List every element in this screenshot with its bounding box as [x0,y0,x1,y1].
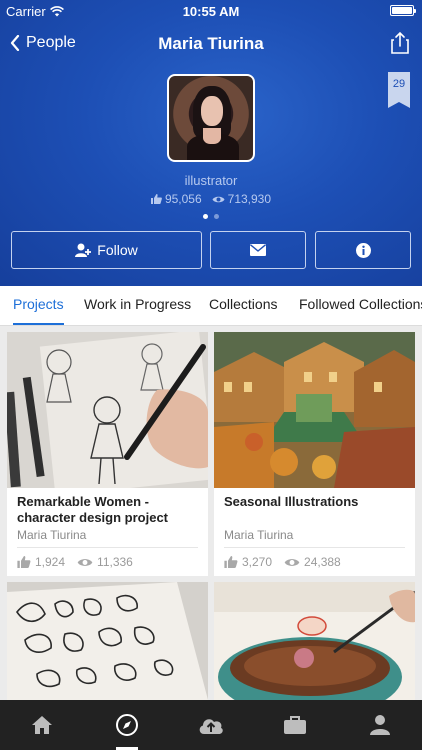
share-button[interactable] [390,31,410,60]
home-icon [32,716,53,734]
project-stats: 1,924 11,336 [17,555,133,569]
views-stat: 713,930 [212,192,271,206]
page-indicator [0,214,422,219]
project-thumbnail [7,332,208,488]
profile-tabs: Projects Work in Progress Collections Fo… [0,286,422,326]
views-count: 11,336 [97,555,133,569]
divider [17,547,198,548]
tab-work-in-progress[interactable]: Work in Progress [84,296,191,312]
project-card[interactable]: Seasonal Illustrations Maria Tiurina 3,2… [214,332,415,576]
project-author[interactable]: Maria Tiurina [17,528,86,542]
compass-icon [115,714,138,736]
project-title[interactable]: Seasonal Illustrations [224,494,407,510]
info-button[interactable] [315,231,411,269]
project-card[interactable] [214,582,415,700]
eye-icon [77,558,93,566]
likes-count: 1,924 [35,555,66,569]
follow-label: Follow [97,242,138,258]
briefcase-icon [284,716,307,734]
tab-discover[interactable] [84,700,168,750]
info-icon [355,242,371,258]
occupation: illustrator [184,173,238,188]
status-bar: Carrier 10:55 AM [0,0,422,22]
tab-followed-collections[interactable]: Followed Collections [299,296,422,312]
project-author[interactable]: Maria Tiurina [224,528,293,542]
views-count: 713,930 [227,192,272,206]
clock: 10:55 AM [182,4,240,19]
appreciations-count: 95,056 [164,192,202,206]
page-dot [214,214,219,219]
add-user-icon [75,243,92,257]
project-card[interactable]: Remarkable Women - character design proj… [7,332,208,576]
thumbs-up-icon [224,556,238,568]
message-button[interactable] [210,231,306,269]
thumbs-up-icon [17,556,31,568]
navigation-bar: People Maria Tiurina [0,22,422,66]
active-tab-indicator [13,323,64,325]
tab-upload[interactable] [169,700,253,750]
tab-home[interactable] [0,700,84,750]
project-stats: 3,270 24,388 [224,555,341,569]
tab-projects[interactable]: Projects [13,296,64,312]
thumbs-up-icon [150,194,162,204]
tab-collections[interactable]: Collections [209,296,277,312]
appreciations-stat: 95,056 [150,192,202,206]
eye-icon [284,558,300,566]
views-count: 24,388 [304,555,341,569]
envelope-icon [250,244,266,256]
eye-icon [212,196,225,202]
page-dot [203,214,208,219]
project-thumbnail [7,582,208,700]
share-icon [391,31,409,54]
page-title: Maria Tiurina [158,34,264,53]
tab-jobs[interactable] [253,700,337,750]
project-title[interactable]: Remarkable Women - character design proj… [17,494,200,526]
divider [224,547,405,548]
likes-count: 3,270 [242,555,273,569]
user-icon [369,715,390,735]
follow-button[interactable]: Follow [11,231,202,269]
project-thumbnail [214,332,415,488]
profile-header: Carrier 10:55 AM People Maria Tiurina 29… [0,0,422,286]
cloud-upload-icon [199,719,223,734]
battery-icon [390,5,416,16]
bottom-tab-bar [0,700,422,750]
profile-stats: 95,056 713,930 [0,192,422,206]
profile-actions: Follow [11,231,411,269]
tab-profile[interactable] [338,700,422,750]
avatar[interactable] [167,74,255,162]
ribbon-badge[interactable]: 29 [388,72,410,108]
project-thumbnail [214,582,415,700]
project-card[interactable] [7,582,208,700]
badge-count: 29 [392,78,406,90]
